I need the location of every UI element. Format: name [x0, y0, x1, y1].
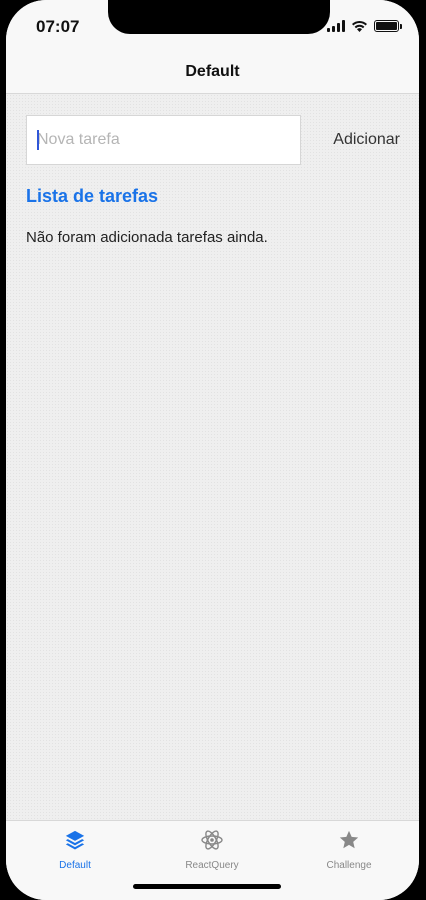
battery-icon: [374, 20, 402, 32]
status-time: 07:07: [36, 17, 80, 36]
task-input[interactable]: [26, 115, 301, 165]
tab-default[interactable]: Default: [6, 827, 144, 877]
task-list-title: Lista de tarefas: [26, 186, 159, 206]
wifi-icon: [352, 20, 367, 32]
tab-label: ReactQuery: [185, 860, 239, 871]
app-screen: 07:07 Default Adicionar: [6, 0, 419, 900]
tab-reactquery[interactable]: ReactQuery: [143, 827, 281, 877]
status-icons: [327, 20, 402, 32]
signal-icon: [327, 20, 345, 32]
star-icon: [336, 827, 362, 853]
add-task-button[interactable]: Adicionar: [323, 115, 400, 165]
main-content: Adicionar Lista de tarefas Não foram adi…: [6, 94, 419, 820]
tab-label: Challenge: [326, 860, 372, 871]
navigation-bar: Default: [6, 50, 419, 94]
add-task-form: Adicionar: [26, 115, 400, 165]
task-input-wrapper: [26, 115, 301, 165]
device-notch: [108, 0, 330, 34]
page-title: Default: [185, 62, 240, 80]
layers-icon: [62, 827, 88, 853]
empty-list-message: Não foram adicionada tarefas ainda.: [26, 229, 268, 246]
text-cursor: [37, 130, 39, 150]
tab-challenge[interactable]: Challenge: [280, 827, 418, 877]
tab-label: Default: [59, 860, 91, 871]
react-atom-icon: [199, 827, 225, 853]
home-indicator[interactable]: [133, 884, 281, 889]
